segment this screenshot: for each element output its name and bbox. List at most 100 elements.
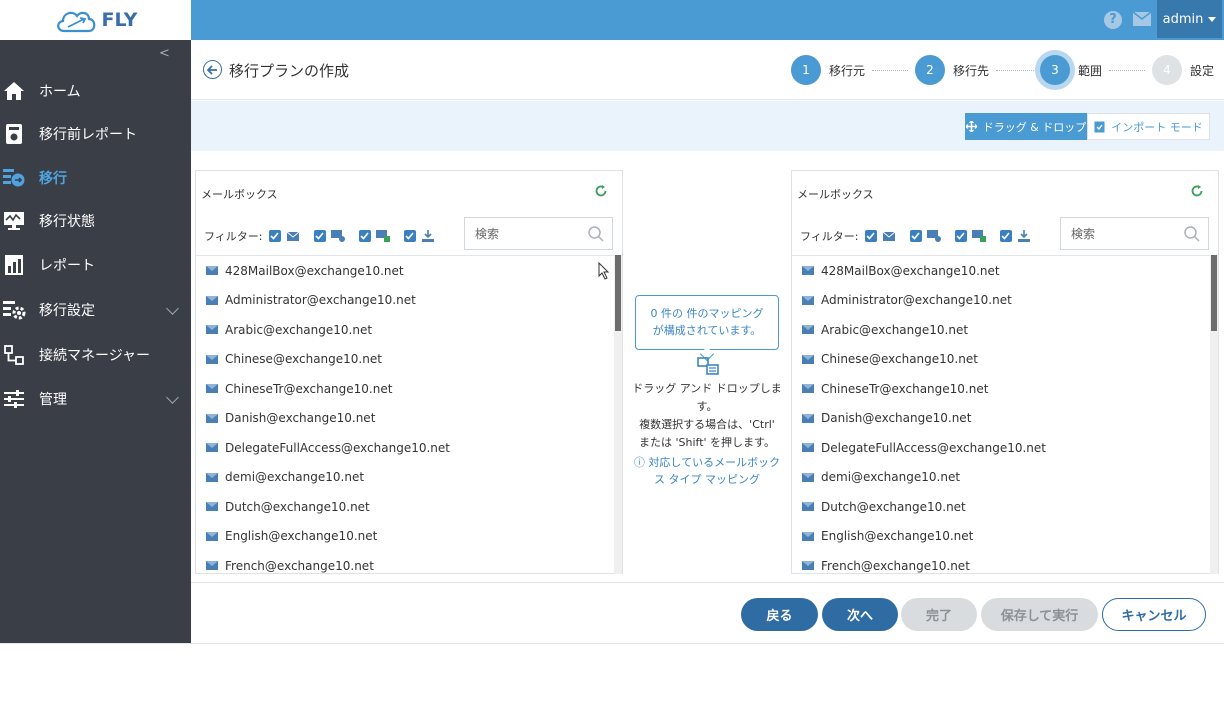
filter-checkbox-room[interactable] [358, 230, 371, 242]
mailbox-list: 428MailBox@exchange10.net Administrator@… [196, 255, 622, 574]
sidebar-item-pre-report[interactable]: 移行前レポート [0, 114, 191, 154]
filter-label: フィルター: [800, 230, 859, 243]
scrollbar[interactable] [1210, 255, 1218, 574]
filter-row: フィルター: [204, 228, 435, 244]
list-item[interactable]: English@exchange10.net [196, 522, 622, 552]
mail-icon [802, 384, 814, 394]
search-icon[interactable] [588, 226, 604, 242]
drag-drop-mode-button[interactable]: ドラッグ & ドロップ [965, 113, 1087, 140]
help-icon[interactable]: ? [1104, 11, 1122, 29]
shared-mailbox-icon [926, 230, 941, 242]
list-item[interactable]: Danish@exchange10.net [792, 404, 1218, 434]
panel-title: メールボックス [797, 188, 874, 201]
finish-button[interactable]: 完了 [901, 598, 977, 631]
list-item[interactable]: Chinese@exchange10.net [792, 345, 1218, 375]
mail-icon [206, 413, 218, 423]
sidebar-item-migration-settings[interactable]: 移行設定 [0, 290, 191, 330]
save-and-run-button[interactable]: 保存して実行 [981, 598, 1098, 631]
cancel-button[interactable]: キャンセル [1102, 598, 1206, 631]
search-input[interactable] [475, 218, 585, 249]
room-mailbox-icon [971, 230, 986, 242]
mail-icon [802, 502, 814, 512]
list-item[interactable]: demi@exchange10.net [792, 463, 1218, 493]
list-item[interactable]: English@exchange10.net [792, 522, 1218, 552]
scrollbar[interactable] [614, 255, 622, 574]
supported-mapping-link[interactable]: ⓘ 対応しているメールボックス タイプ マッピング [632, 454, 782, 488]
filter-checkbox-shared[interactable] [313, 230, 326, 242]
step-number: 1 [791, 55, 821, 85]
collapse-sidebar-icon[interactable]: < [159, 46, 170, 61]
download-archive-icon [421, 230, 435, 242]
mail-icon [206, 502, 218, 512]
mail-icon[interactable] [1133, 12, 1151, 26]
sliders-icon [2, 387, 26, 411]
list-item[interactable]: Arabic@exchange10.net [792, 315, 1218, 345]
search-input[interactable] [1071, 218, 1181, 249]
user-name: admin [1162, 11, 1204, 27]
report-chart-icon [2, 253, 26, 277]
refresh-icon[interactable] [594, 184, 608, 198]
sidebar-item-migration[interactable]: 移行 [0, 158, 191, 198]
sidebar-item-home[interactable]: ホーム [0, 71, 191, 111]
step-source[interactable]: 1 移行元 [791, 55, 865, 85]
page-header: 移行プランの作成 1 移行元 2 移行先 3 範囲 4 設定 [191, 40, 1224, 100]
list-item[interactable]: Administrator@exchange10.net [196, 286, 622, 316]
filter-checkbox-archive[interactable] [403, 230, 416, 242]
list-item[interactable]: DelegateFullAccess@exchange10.net [196, 433, 622, 463]
list-item[interactable]: Danish@exchange10.net [196, 404, 622, 434]
chevron-down-icon [166, 302, 179, 315]
mapping-icon [697, 357, 719, 375]
shared-mailbox-icon [330, 230, 345, 242]
filter-checkbox-mailbox[interactable] [864, 230, 877, 242]
list-item[interactable]: Dutch@exchange10.net [792, 492, 1218, 522]
list-item[interactable]: Dutch@exchange10.net [196, 492, 622, 522]
back-button[interactable]: 戻る [741, 598, 818, 631]
mail-icon [802, 354, 814, 364]
panel-title: メールボックス [201, 188, 278, 201]
sidebar-item-admin[interactable]: 管理 [0, 379, 191, 419]
list-item[interactable]: 428MailBox@exchange10.net [792, 256, 1218, 286]
list-item[interactable]: Chinese@exchange10.net [196, 345, 622, 375]
caret-down-icon [1208, 16, 1217, 22]
search-field[interactable] [1060, 217, 1209, 250]
page-title: 移行プランの作成 [229, 62, 350, 80]
list-item[interactable]: 428MailBox@exchange10.net [196, 256, 622, 286]
list-item[interactable]: Administrator@exchange10.net [792, 286, 1218, 316]
room-mailbox-icon [375, 230, 390, 242]
sidebar-item-report[interactable]: レポート [0, 245, 191, 285]
sidebar-item-label: 移行設定 [39, 303, 95, 319]
supported-mapping-label: 対応しているメールボックス タイプ マッピング [648, 456, 781, 486]
logo[interactable]: FLY [0, 0, 191, 40]
scrollbar-thumb[interactable] [1211, 255, 1217, 331]
search-field[interactable] [464, 217, 613, 250]
next-button[interactable]: 次へ [822, 598, 898, 631]
scrollbar-thumb[interactable] [615, 255, 621, 331]
back-arrow-icon[interactable] [203, 60, 222, 79]
list-item[interactable]: DelegateFullAccess@exchange10.net [792, 433, 1218, 463]
filter-checkbox-room[interactable] [954, 230, 967, 242]
sidebar-item-status[interactable]: 移行状態 [0, 201, 191, 241]
mail-icon [802, 413, 814, 423]
step-destination[interactable]: 2 移行先 [915, 55, 989, 85]
filter-label: フィルター: [204, 230, 263, 243]
sidebar-item-label: 移行前レポート [39, 127, 137, 143]
list-item[interactable]: French@exchange10.net [196, 551, 622, 574]
refresh-icon[interactable] [1190, 184, 1204, 198]
import-mode-button[interactable]: インポート モード [1087, 113, 1210, 140]
list-item[interactable]: French@exchange10.net [792, 551, 1218, 574]
user-menu-button[interactable]: admin [1157, 0, 1222, 38]
filter-checkbox-mailbox[interactable] [268, 230, 281, 242]
logo-text: FLY [101, 9, 138, 31]
list-item[interactable]: demi@exchange10.net [196, 463, 622, 493]
step-number: 2 [915, 55, 945, 85]
filter-checkbox-archive[interactable] [999, 230, 1012, 242]
search-icon[interactable] [1184, 226, 1200, 242]
list-item[interactable]: ChineseTr@exchange10.net [196, 374, 622, 404]
step-settings[interactable]: 4 設定 [1152, 55, 1214, 85]
step-scope[interactable]: 3 範囲 [1040, 55, 1102, 85]
list-item[interactable]: ChineseTr@exchange10.net [792, 374, 1218, 404]
filter-checkbox-shared[interactable] [909, 230, 922, 242]
list-item[interactable]: Arabic@exchange10.net [196, 315, 622, 345]
mail-icon [802, 266, 814, 276]
sidebar-item-connection-manager[interactable]: 接続マネージャー [0, 335, 191, 375]
